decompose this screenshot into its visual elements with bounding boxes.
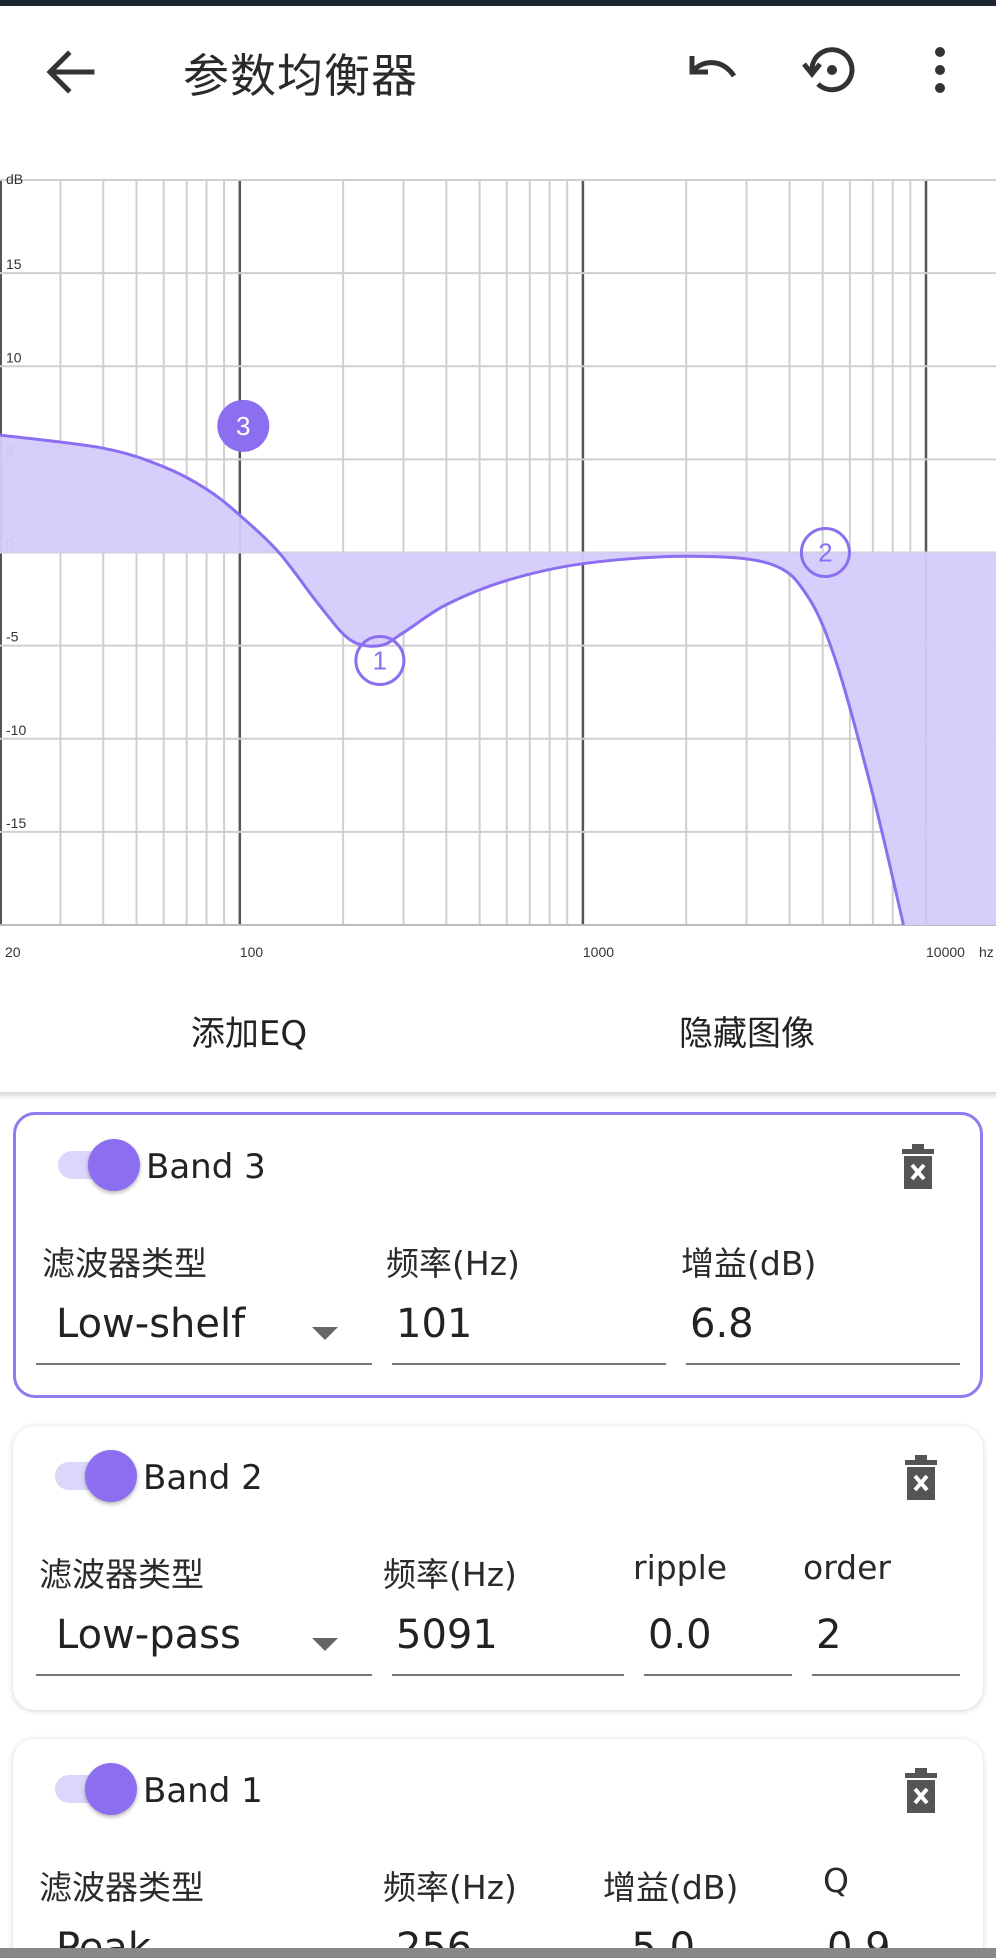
x-tick-label: 100	[240, 944, 264, 960]
divider	[0, 1092, 996, 1100]
more-vert-icon	[935, 47, 945, 93]
gain-label: 增益(dB)	[681, 1244, 817, 1283]
dropdown-arrow-icon	[312, 1327, 338, 1340]
add-eq-button[interactable]: 添加EQ	[0, 980, 498, 1080]
arrow-back-icon	[46, 50, 95, 94]
undo-button[interactable]	[680, 38, 744, 102]
more-options-button[interactable]	[908, 38, 972, 102]
undo-icon	[689, 56, 737, 78]
x-tick-label: 10000	[926, 944, 965, 960]
x-axis-label: hz	[979, 944, 994, 960]
delete-forever-icon[interactable]	[901, 1454, 941, 1502]
band-card-2[interactable]: Band 2 滤波器类型 频率(Hz) ripple order Low-pas…	[13, 1426, 983, 1710]
eq-chart[interactable]: dB151050-5-10-1520100100010000hz123	[0, 160, 996, 980]
order-input[interactable]: 2	[812, 1612, 960, 1676]
band-title: Band 2	[143, 1458, 263, 1498]
response-fill	[0, 435, 996, 925]
band-card-3[interactable]: Band 3 滤波器类型 频率(Hz) 增益(dB) Low-shelf 101…	[13, 1112, 983, 1398]
band-1-toggle[interactable]	[51, 1761, 141, 1817]
x-tick-label: 20	[5, 944, 21, 960]
action-tabs: 添加EQ 隐藏图像	[0, 980, 996, 1080]
frequency-label: 频率(Hz)	[386, 1244, 520, 1283]
q-label: Q	[823, 1861, 849, 1900]
band-title: Band 1	[143, 1771, 263, 1811]
hide-graph-button[interactable]: 隐藏图像	[498, 980, 996, 1080]
navigation-bar	[0, 1948, 996, 1958]
frequency-input[interactable]: 5091	[392, 1612, 624, 1676]
filter-type-value: Low-shelf	[56, 1301, 246, 1347]
y-tick-label: -15	[6, 815, 26, 831]
delete-forever-icon[interactable]	[901, 1767, 941, 1815]
band-marker-label: 1	[373, 646, 387, 676]
filter-type-select[interactable]: Low-shelf	[36, 1301, 372, 1365]
filter-type-select[interactable]: Low-pass	[36, 1612, 372, 1676]
frequency-label: 频率(Hz)	[383, 1555, 517, 1594]
gain-input[interactable]: 6.8	[686, 1301, 960, 1365]
reset-button[interactable]	[798, 38, 862, 102]
frequency-label: 频率(Hz)	[383, 1868, 517, 1907]
y-tick-label: 15	[6, 256, 22, 272]
restore-icon	[802, 47, 855, 93]
dropdown-arrow-icon	[312, 1638, 338, 1651]
x-tick-label: 1000	[583, 944, 614, 960]
eq-chart-svg[interactable]: dB151050-5-10-1520100100010000hz123	[0, 160, 996, 980]
delete-forever-icon[interactable]	[898, 1143, 938, 1191]
band-card-1[interactable]: Band 1 滤波器类型 频率(Hz) 增益(dB) Q Peak 256 -5…	[13, 1739, 983, 1958]
y-tick-label: -5	[6, 629, 19, 645]
filter-type-value: Low-pass	[56, 1612, 241, 1658]
band-2-toggle[interactable]	[51, 1448, 141, 1504]
ripple-label: ripple	[633, 1548, 728, 1587]
band-marker-label: 3	[236, 411, 250, 441]
band-marker-label: 2	[818, 538, 832, 568]
toggle-knob	[88, 1139, 140, 1191]
band-title: Band 3	[146, 1147, 266, 1187]
back-button[interactable]	[40, 42, 100, 102]
filter-type-label: 滤波器类型	[42, 1244, 207, 1283]
y-axis-label: dB	[6, 171, 23, 187]
frequency-input[interactable]: 101	[392, 1301, 666, 1365]
page-title: 参数均衡器	[183, 49, 418, 103]
y-tick-label: 10	[6, 349, 22, 365]
ripple-input[interactable]: 0.0	[644, 1612, 792, 1676]
toggle-knob	[85, 1450, 137, 1502]
order-label: order	[803, 1548, 891, 1587]
filter-type-label: 滤波器类型	[39, 1555, 204, 1594]
toggle-knob	[85, 1763, 137, 1815]
band-3-toggle[interactable]	[54, 1137, 144, 1193]
gain-label: 增益(dB)	[603, 1868, 739, 1907]
filter-type-label: 滤波器类型	[39, 1868, 204, 1907]
app-bar: 参数均衡器	[0, 6, 996, 134]
y-tick-label: -10	[6, 722, 26, 738]
